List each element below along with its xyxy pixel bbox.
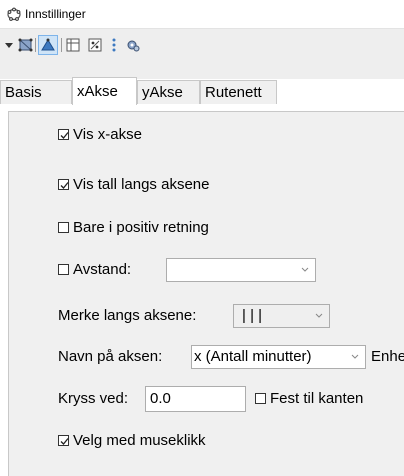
tab-label: Rutenett [205, 84, 262, 101]
tab-bar: Basis xAkse yAkse Rutenett [0, 49, 404, 105]
checkbox-box[interactable] [58, 179, 69, 190]
positive-direction-checkbox[interactable]: Bare i positiv retning [58, 215, 209, 241]
distance-combobox[interactable] [166, 258, 316, 282]
checkbox-label: Fest til kanten [270, 390, 364, 407]
axis-name-combobox[interactable]: x (Antall minutter) [191, 345, 366, 369]
chevron-down-icon [351, 354, 359, 359]
cross-at-field[interactable]: 0.0 [145, 386, 246, 412]
cross-at-label-text: Kryss ved: [58, 390, 129, 407]
chevron-down-icon [301, 267, 309, 272]
fix-to-edge-checkbox[interactable]: Fest til kanten [255, 386, 363, 412]
checkmark-icon [60, 182, 69, 189]
checkmark-icon [60, 438, 69, 445]
app-icon [7, 7, 21, 21]
checkbox-label: Vis x-akse [73, 126, 142, 143]
tab-yakse[interactable]: yAkse [137, 80, 200, 104]
ticks-combobox[interactable]: | | | [233, 304, 330, 328]
unit-label: Enhe [371, 344, 404, 370]
checkbox-box[interactable] [255, 393, 266, 404]
checkbox-box[interactable] [58, 435, 69, 446]
cross-at-value: 0.0 [150, 390, 171, 407]
combobox-value[interactable]: x (Antall minutter) [194, 346, 312, 368]
select-with-click-checkbox[interactable]: Velg med museklikk [58, 428, 206, 454]
tab-xakse[interactable]: xAkse [72, 77, 137, 105]
axis-name-label-text: Navn på aksen: [58, 348, 163, 365]
checkbox-label: Velg med museklikk [73, 432, 206, 449]
checkbox-box[interactable] [58, 222, 69, 233]
tab-label: Basis [5, 84, 42, 101]
checkbox-label: Vis tall langs aksene [73, 176, 210, 193]
checkmark-icon [60, 132, 69, 139]
window-title: Innstillinger [25, 7, 86, 21]
axis-name-label: Navn på aksen: [58, 344, 162, 370]
unit-label-text: Enhe [371, 348, 404, 365]
show-axis-checkbox[interactable]: Vis x-akse [58, 122, 142, 148]
ticks-label-text: Merke langs aksene: [58, 307, 197, 324]
cross-at-label: Kryss ved: [58, 386, 128, 412]
checkbox-label: Bare i positiv retning [73, 219, 209, 236]
tab-basis[interactable]: Basis [0, 80, 72, 104]
distance-checkbox[interactable]: Avstand: [58, 257, 131, 283]
xaxis-settings-panel: Vis x-akse Vis tall langs aksene Bare i … [8, 111, 404, 476]
title-bar: Innstillinger [0, 0, 404, 29]
checkbox-label: Avstand: [73, 261, 132, 278]
tab-label: xAkse [77, 83, 118, 100]
chevron-down-icon [315, 313, 323, 318]
settings-window: Innstillinger Basis xAkse yAkse Rutenett… [0, 0, 404, 476]
tab-rutenett[interactable]: Rutenett [200, 80, 277, 104]
ticks-label: Merke langs aksene: [58, 303, 196, 329]
tab-label: yAkse [142, 84, 183, 101]
show-numbers-checkbox[interactable]: Vis tall langs aksene [58, 172, 209, 198]
checkbox-box[interactable] [58, 129, 69, 140]
checkbox-box[interactable] [58, 264, 69, 275]
combobox-value: | | | [242, 307, 263, 324]
